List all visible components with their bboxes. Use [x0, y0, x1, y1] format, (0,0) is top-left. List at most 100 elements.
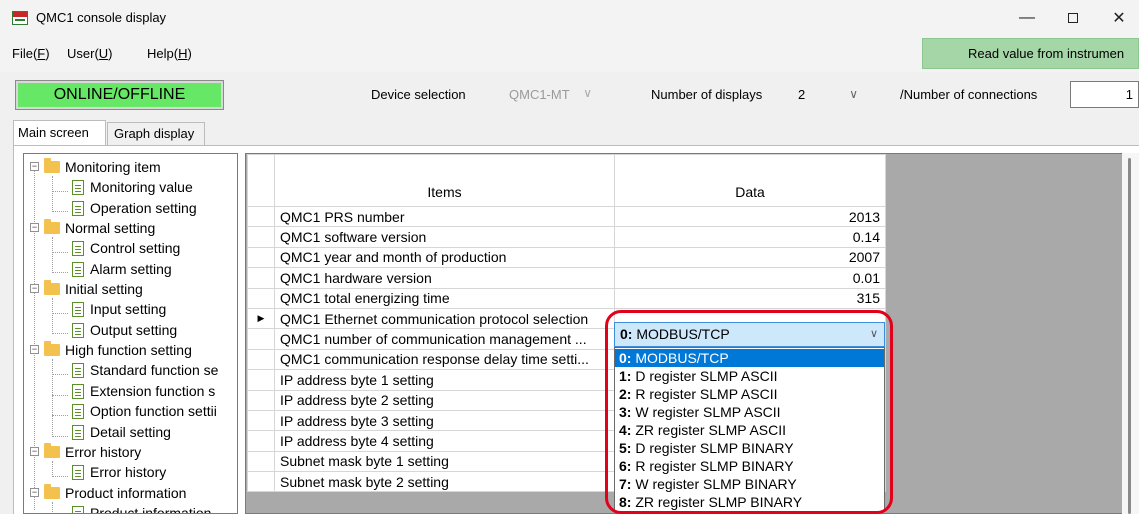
protocol-option[interactable]: 3: W register SLMP ASCII: [615, 403, 884, 421]
item-cell[interactable]: IP address byte 3 setting: [274, 409, 615, 432]
tree-item-high-function-setting[interactable]: High function setting: [44, 340, 192, 360]
tree-item-product-information-child[interactable]: Product information: [72, 503, 211, 513]
protocol-option-number: 3:: [619, 404, 632, 420]
tree-item-normal-setting[interactable]: Normal setting: [44, 218, 155, 238]
row-header[interactable]: [247, 471, 275, 493]
column-header-data[interactable]: Data: [614, 154, 886, 207]
tree-item-detail-setting[interactable]: Detail setting: [72, 422, 171, 442]
tree-item-operation-setting[interactable]: Operation setting: [72, 198, 197, 218]
item-cell[interactable]: QMC1 software version: [274, 226, 615, 248]
tree-item-monitoring-value[interactable]: Monitoring value: [72, 177, 193, 197]
row-header[interactable]: [247, 450, 275, 473]
tree-item-standard-function[interactable]: Standard function se: [72, 360, 218, 380]
row-header[interactable]: ▶: [247, 307, 275, 330]
collapse-icon[interactable]: −: [30, 223, 39, 232]
collapse-icon[interactable]: −: [30, 447, 39, 456]
device-selection-dropdown[interactable]: QMC1-MT ∨: [505, 83, 598, 107]
row-header[interactable]: [247, 430, 275, 452]
tree-item-alarm-setting[interactable]: Alarm setting: [72, 259, 172, 279]
tree-item-initial-setting[interactable]: Initial setting: [44, 279, 143, 299]
protocol-option[interactable]: 4: ZR register SLMP ASCII: [615, 421, 884, 439]
row-header[interactable]: [247, 328, 275, 350]
grid-scrollbar[interactable]: [1122, 153, 1139, 514]
table-row[interactable]: QMC1 year and month of production 2007: [247, 246, 886, 269]
data-cell[interactable]: 2007: [614, 246, 886, 269]
tree-item-product-information[interactable]: Product information: [44, 483, 186, 503]
row-header[interactable]: [247, 267, 275, 289]
minimize-button[interactable]: —: [1004, 0, 1050, 36]
document-icon: [72, 362, 84, 378]
data-cell[interactable]: 315: [614, 287, 886, 309]
item-cell[interactable]: IP address byte 4 setting: [274, 430, 615, 452]
protocol-option-number: 0:: [619, 350, 632, 366]
menu-file[interactable]: File(F): [12, 46, 50, 61]
item-cell[interactable]: QMC1 year and month of production: [274, 246, 615, 269]
tree-item-option-function[interactable]: Option function settii: [72, 401, 217, 421]
item-cell[interactable]: QMC1 communication response delay time s…: [274, 348, 615, 371]
tab-graph-display[interactable]: Graph display: [107, 122, 205, 145]
tree-item-label: Extension function s: [90, 383, 216, 399]
menu-user[interactable]: User(U): [67, 46, 113, 61]
protocol-option-text: W register SLMP ASCII: [631, 404, 781, 420]
row-header[interactable]: [247, 369, 275, 391]
collapse-icon[interactable]: −: [30, 162, 39, 171]
tree-item-control-setting[interactable]: Control setting: [72, 238, 180, 258]
protocol-option[interactable]: 6: R register SLMP BINARY: [615, 457, 884, 475]
item-cell[interactable]: Subnet mask byte 1 setting: [274, 450, 615, 473]
item-cell[interactable]: QMC1 hardware version: [274, 267, 615, 289]
item-cell[interactable]: IP address byte 1 setting: [274, 369, 615, 391]
item-cell[interactable]: Subnet mask byte 2 setting: [274, 471, 615, 493]
protocol-option[interactable]: 5: D register SLMP BINARY: [615, 439, 884, 457]
collapse-icon[interactable]: −: [30, 345, 39, 354]
item-cell[interactable]: QMC1 total energizing time: [274, 287, 615, 309]
tree-item-input-setting[interactable]: Input setting: [72, 299, 166, 319]
item-cell[interactable]: QMC1 number of communication management …: [274, 328, 615, 350]
data-cell[interactable]: 0.01: [614, 267, 886, 289]
online-offline-button[interactable]: ONLINE/OFFLINE: [15, 80, 224, 110]
tree-item-label: High function setting: [65, 342, 192, 358]
row-header[interactable]: [247, 409, 275, 432]
close-button[interactable]: ✕: [1096, 0, 1139, 36]
table-row[interactable]: QMC1 total energizing time 315: [247, 287, 886, 309]
protocol-option[interactable]: 8: ZR register SLMP BINARY: [615, 493, 884, 511]
tree-item-error-history[interactable]: Error history: [44, 442, 141, 462]
read-value-button[interactable]: Read value from instrumen: [922, 38, 1139, 69]
row-header[interactable]: [247, 246, 275, 269]
protocol-combobox[interactable]: 0: MODBUS/TCP ∨: [614, 322, 885, 347]
tab-main-screen[interactable]: Main screen: [13, 120, 106, 145]
menu-user-paren: ): [108, 46, 113, 61]
protocol-selected-text: MODBUS/TCP: [632, 326, 730, 342]
row-header[interactable]: [247, 205, 275, 228]
number-of-displays-dropdown[interactable]: 2 ∨: [793, 83, 865, 107]
row-header[interactable]: [247, 226, 275, 248]
tree-item-error-history-child[interactable]: Error history: [72, 462, 166, 482]
row-header[interactable]: [247, 348, 275, 371]
tree-item-output-setting[interactable]: Output setting: [72, 320, 177, 340]
tree-item-extension-function[interactable]: Extension function s: [72, 381, 215, 401]
item-cell[interactable]: IP address byte 2 setting: [274, 389, 615, 411]
data-cell[interactable]: 2013: [614, 205, 886, 228]
row-header[interactable]: [247, 287, 275, 309]
data-cell[interactable]: 0.14: [614, 226, 886, 248]
protocol-option-number: 7:: [619, 476, 632, 492]
maximize-button[interactable]: [1050, 0, 1096, 36]
table-row[interactable]: QMC1 hardware version 0.01: [247, 267, 886, 289]
protocol-option-number: 2:: [619, 386, 632, 402]
protocol-option[interactable]: 0: MODBUS/TCP: [615, 349, 884, 367]
protocol-option[interactable]: 7: W register SLMP BINARY: [615, 475, 884, 493]
table-row[interactable]: QMC1 software version 0.14: [247, 226, 886, 248]
collapse-icon[interactable]: −: [30, 488, 39, 497]
device-selection-value: QMC1-MT: [509, 87, 570, 102]
tree-item-monitoring-item[interactable]: Monitoring item: [44, 157, 161, 177]
protocol-option[interactable]: 1: D register SLMP ASCII: [615, 367, 884, 385]
menu-help[interactable]: Help(H): [147, 46, 192, 61]
protocol-option[interactable]: 2: R register SLMP ASCII: [615, 385, 884, 403]
column-header-items[interactable]: Items: [274, 154, 615, 207]
table-row[interactable]: QMC1 PRS number 2013: [247, 205, 886, 228]
scrollbar-thumb[interactable]: [1128, 158, 1131, 514]
row-header[interactable]: [247, 389, 275, 411]
collapse-icon[interactable]: −: [30, 284, 39, 293]
item-cell[interactable]: QMC1 PRS number: [274, 205, 615, 228]
number-of-connections-input[interactable]: 1: [1070, 81, 1139, 108]
item-cell[interactable]: QMC1 Ethernet communication protocol sel…: [274, 307, 615, 330]
